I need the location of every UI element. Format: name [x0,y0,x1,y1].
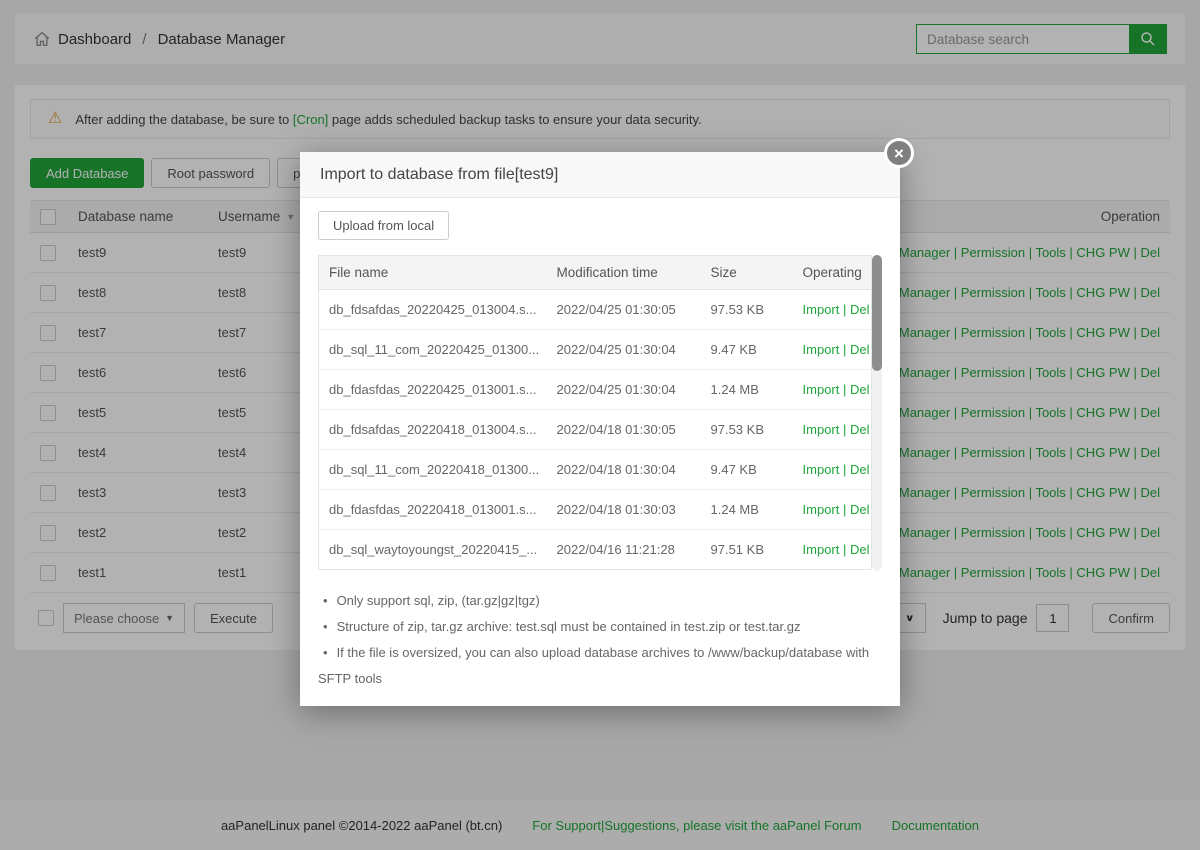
modification-time-cell: 2022/04/25 01:30:04 [547,330,701,370]
file-row: db_sql_11_com_20220425_01300... 2022/04/… [319,330,872,370]
size-cell: 97.53 KB [701,410,793,450]
modification-time-cell: 2022/04/18 01:30:03 [547,490,701,530]
file-del-link[interactable]: Del [850,382,870,397]
column-modification-time: Modification time [547,256,701,290]
action-separator: | [839,302,850,317]
note-line: •If the file is oversized, you can also … [318,640,882,692]
file-operating-cell: Import | Del [793,410,872,450]
file-name-cell: db_sql_11_com_20220425_01300... [319,330,547,370]
column-file-name: File name [319,256,547,290]
action-separator: | [839,462,850,477]
file-operating-cell: Import | Del [793,330,872,370]
action-separator: | [839,342,850,357]
file-name-cell: db_sql_11_com_20220418_01300... [319,450,547,490]
file-name-cell: db_fdasfdas_20220425_013001.s... [319,370,547,410]
modification-time-cell: 2022/04/25 01:30:05 [547,290,701,330]
action-separator: | [839,422,850,437]
column-size: Size [701,256,793,290]
modification-time-cell: 2022/04/25 01:30:04 [547,370,701,410]
backup-files-table-wrap: File name Modification time Size Operati… [318,255,882,570]
column-operating: Operating [793,256,872,290]
note-line: • Only support sql, zip, (tar.gz|gz|tgz) [318,588,882,614]
file-operating-cell: Import | Del [793,490,872,530]
size-cell: 9.47 KB [701,450,793,490]
files-table-body: db_fdsafdas_20220425_013004.s... 2022/04… [319,290,872,570]
import-link[interactable]: Import [803,382,840,397]
note-text: If the file is oversized, you can also u… [318,645,869,686]
modal-body: Upload from local File name Modification… [300,198,900,706]
file-name-cell: db_fdasfdas_20220418_013001.s... [319,490,547,530]
size-cell: 97.51 KB [701,530,793,570]
size-cell: 9.47 KB [701,330,793,370]
action-separator: | [839,502,850,517]
note-text: Only support sql, zip, (tar.gz|gz|tgz) [337,593,540,608]
file-operating-cell: Import | Del [793,290,872,330]
modal-scrollbar-thumb[interactable] [872,255,882,371]
size-cell: 1.24 MB [701,490,793,530]
file-name-cell: db_fdsafdas_20220418_013004.s... [319,410,547,450]
upload-from-local-button[interactable]: Upload from local [318,211,449,240]
action-separator: | [839,382,850,397]
file-row: db_fdsafdas_20220418_013004.s... 2022/04… [319,410,872,450]
import-link[interactable]: Import [803,422,840,437]
note-text: Structure of zip, tar.gz archive: test.s… [337,619,801,634]
file-del-link[interactable]: Del [850,502,870,517]
import-link[interactable]: Import [803,302,840,317]
files-table-header: File name Modification time Size Operati… [319,256,872,290]
note-line: • Structure of zip, tar.gz archive: test.… [318,614,882,640]
import-link[interactable]: Import [803,342,840,357]
modification-time-cell: 2022/04/16 11:21:28 [547,530,701,570]
bullet-icon: • [323,645,328,660]
modal-header: Import to database from file[test9] [300,152,900,198]
modification-time-cell: 2022/04/18 01:30:05 [547,410,701,450]
file-row: db_fdsafdas_20220425_013004.s... 2022/04… [319,290,872,330]
file-row: db_fdasfdas_20220425_013001.s... 2022/04… [319,370,872,410]
file-del-link[interactable]: Del [850,542,870,557]
modal-notes: •Only support sql, zip, (tar.gz|gz|tgz) … [318,588,882,692]
import-link[interactable]: Import [803,542,840,557]
file-row: db_sql_waytoyoungst_20220415_... 2022/04… [319,530,872,570]
file-del-link[interactable]: Del [850,422,870,437]
file-del-link[interactable]: Del [850,342,870,357]
import-link[interactable]: Import [803,462,840,477]
modification-time-cell: 2022/04/18 01:30:04 [547,450,701,490]
file-row: db_fdasfdas_20220418_013001.s... 2022/04… [319,490,872,530]
file-operating-cell: Import | Del [793,530,872,570]
file-operating-cell: Import | Del [793,450,872,490]
page: Dashboard / Database Manager ⚠ After add… [0,0,1200,850]
import-link[interactable]: Import [803,502,840,517]
file-name-cell: db_sql_waytoyoungst_20220415_... [319,530,547,570]
file-del-link[interactable]: Del [850,462,870,477]
action-separator: | [839,542,850,557]
size-cell: 1.24 MB [701,370,793,410]
close-icon: × [894,145,904,162]
size-cell: 97.53 KB [701,290,793,330]
modal-scrollbar-track[interactable] [872,255,882,571]
bullet-icon: • [323,619,328,634]
modal-title: Import to database from file[test9] [320,166,558,184]
file-operating-cell: Import | Del [793,370,872,410]
file-del-link[interactable]: Del [850,302,870,317]
file-name-cell: db_fdsafdas_20220425_013004.s... [319,290,547,330]
import-database-modal: × Import to database from file[test9] Up… [300,152,900,706]
file-row: db_sql_11_com_20220418_01300... 2022/04/… [319,450,872,490]
bullet-icon: • [323,593,328,608]
close-button[interactable]: × [884,138,914,168]
backup-files-table: File name Modification time Size Operati… [318,255,872,570]
